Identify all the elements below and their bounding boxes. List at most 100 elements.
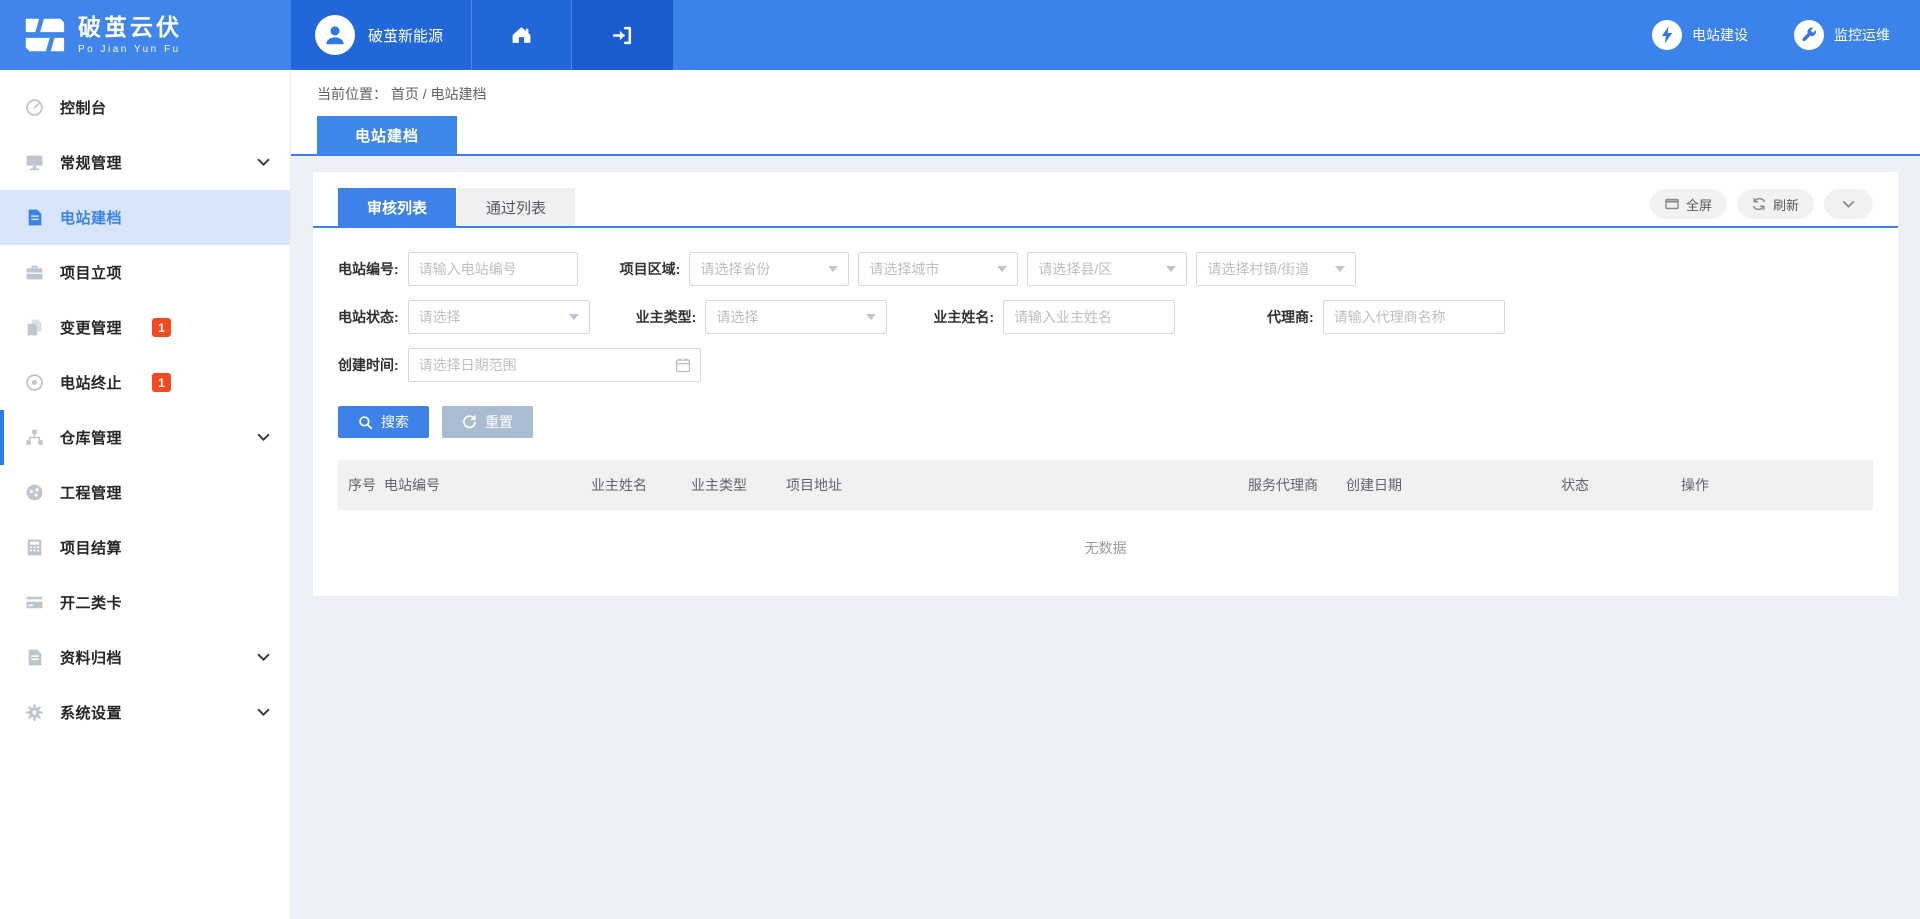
filter-row-1: 电站编号: 项目区域: 请选择省份 请选择城市 请选择县/区 (338, 252, 1873, 286)
sidebar-item-station-termination[interactable]: 电站终止 1 (0, 355, 290, 410)
agent-input[interactable] (1323, 300, 1505, 334)
monitor-ops-label: 监控运维 (1834, 25, 1890, 45)
notification-badge: 1 (152, 318, 171, 337)
file-icon (24, 648, 44, 668)
topbar-user-name: 破茧新能源 (368, 25, 443, 46)
fullscreen-button[interactable]: 全屏 (1650, 189, 1727, 219)
sidebar-item-label: 资料归档 (60, 647, 122, 668)
sidebar-item-label: 工程管理 (60, 482, 122, 503)
reset-button[interactable]: 重置 (442, 406, 533, 438)
collapse-button[interactable] (1824, 189, 1873, 219)
column-header-station-no: 电站编号 (384, 475, 591, 495)
owner-name-label: 业主姓名: (933, 307, 994, 327)
fullscreen-icon (1665, 198, 1679, 210)
date-range-picker[interactable] (408, 348, 701, 382)
briefcase-icon (24, 263, 44, 283)
page-tab-station-archive[interactable]: 电站建档 (317, 116, 457, 154)
sidebar-item-label: 电站终止 (60, 372, 122, 393)
refresh-label: 刷新 (1773, 195, 1799, 214)
topbar: 破茧云伏 Po Jian Yun Fu 破茧新能源 (0, 0, 1920, 70)
topbar-user-menu[interactable]: 破茧新能源 (291, 0, 471, 70)
lightning-icon (1652, 20, 1682, 50)
station-no-input[interactable] (408, 252, 578, 286)
sidebar-item-project-initiation[interactable]: 项目立项 (0, 245, 290, 300)
owner-type-label: 业主类型: (636, 307, 697, 327)
town-select[interactable]: 请选择村镇/街道 (1196, 252, 1356, 286)
card-tab-bar: 审核列表 通过列表 全屏 (313, 172, 1898, 228)
empty-state-text: 无数据 (338, 510, 1873, 596)
column-header-service-agent: 服务代理商 (1248, 475, 1346, 495)
copy-pages-icon (24, 318, 44, 338)
logout-icon (611, 24, 634, 47)
station-build-nav[interactable]: 电站建设 (1652, 20, 1748, 50)
station-no-label: 电站编号: (338, 259, 399, 279)
chevron-down-icon (257, 433, 270, 442)
sidebar-item-project-settlement[interactable]: 项目结算 (0, 520, 290, 575)
station-build-label: 电站建设 (1692, 25, 1748, 45)
city-select[interactable]: 请选择城市 (858, 252, 1018, 286)
created-time-label: 创建时间: (338, 355, 399, 375)
caret-down-icon (1335, 266, 1345, 272)
notification-badge: 1 (152, 373, 171, 392)
caret-down-icon (828, 266, 838, 272)
sidebar-item-engineering-mgmt[interactable]: 工程管理 (0, 465, 290, 520)
dashboard-icon (24, 98, 44, 118)
county-select[interactable]: 请选择县/区 (1027, 252, 1187, 286)
sidebar-item-change-mgmt[interactable]: 变更管理 1 (0, 300, 290, 355)
page-header: 当前位置： 首页 / 电站建档 电站建档 (291, 70, 1920, 156)
refresh-button[interactable]: 刷新 (1737, 189, 1814, 219)
sidebar-item-label: 项目立项 (60, 262, 122, 283)
wrench-icon (1794, 20, 1824, 50)
results-table: 序号 电站编号 业主姓名 业主类型 项目地址 服务代理商 创建日期 状态 操作 … (338, 460, 1873, 596)
city-select-placeholder: 请选择城市 (869, 259, 939, 279)
sidebar-item-label: 变更管理 (60, 317, 122, 338)
agent-label: 代理商: (1267, 307, 1314, 327)
sidebar-item-station-archive[interactable]: 电站建档 (0, 190, 290, 245)
filter-row-3: 创建时间: (338, 348, 1873, 382)
sidebar-item-warehouse-mgmt[interactable]: 仓库管理 (0, 410, 290, 465)
logout-button[interactable] (571, 0, 673, 70)
sidebar-item-data-archive[interactable]: 资料归档 (0, 630, 290, 685)
main-content: 当前位置： 首页 / 电站建档 电站建档 审核列表 通过列表 全屏 (291, 70, 1920, 919)
calculator-icon (24, 538, 44, 558)
owner-type-select[interactable]: 请选择 (705, 300, 887, 334)
sidebar-item-label: 项目结算 (60, 537, 122, 558)
reset-label: 重置 (485, 412, 513, 432)
brand-subtitle: Po Jian Yun Fu (78, 44, 182, 55)
town-select-placeholder: 请选择村镇/街道 (1207, 259, 1309, 279)
sidebar-item-label: 电站建档 (60, 207, 122, 228)
sidebar-item-system-settings[interactable]: 系统设置 (0, 685, 290, 740)
station-status-select[interactable]: 请选择 (408, 300, 590, 334)
search-label: 搜索 (381, 412, 409, 432)
search-icon (358, 415, 373, 430)
chevron-down-icon (257, 158, 270, 167)
home-button[interactable] (471, 0, 571, 70)
owner-type-placeholder: 请选择 (716, 307, 758, 327)
monitor-icon (24, 153, 44, 173)
chevron-down-icon (257, 653, 270, 662)
sidebar-item-label: 常规管理 (60, 152, 122, 173)
tab-review-list[interactable]: 审核列表 (338, 188, 456, 226)
breadcrumb-label: 当前位置： (317, 86, 387, 102)
breadcrumb: 当前位置： 首页 / 电站建档 (291, 70, 1920, 116)
breadcrumb-path[interactable]: 首页 / 电站建档 (391, 86, 487, 102)
user-icon (322, 22, 348, 48)
owner-name-input[interactable] (1003, 300, 1175, 334)
refresh-icon (1752, 197, 1766, 211)
region-label: 项目区域: (620, 259, 681, 279)
sidebar-item-general-mgmt[interactable]: 常规管理 (0, 135, 290, 190)
province-select[interactable]: 请选择省份 (689, 252, 849, 286)
county-select-placeholder: 请选择县/区 (1038, 259, 1112, 279)
brand-title: 破茧云伏 (78, 15, 182, 40)
column-header-created-date: 创建日期 (1346, 475, 1561, 495)
station-status-label: 电站状态: (338, 307, 399, 327)
avatar (315, 15, 355, 55)
column-header-index: 序号 (348, 475, 384, 495)
sidebar-item-type2-card[interactable]: 开二类卡 (0, 575, 290, 630)
tab-passed-list[interactable]: 通过列表 (457, 188, 575, 226)
sidebar: 控制台 常规管理 电站建档 (0, 70, 291, 919)
search-button[interactable]: 搜索 (338, 406, 429, 438)
sidebar-item-dashboard[interactable]: 控制台 (0, 80, 290, 135)
monitor-ops-nav[interactable]: 监控运维 (1794, 20, 1890, 50)
date-range-input[interactable] (408, 348, 701, 382)
